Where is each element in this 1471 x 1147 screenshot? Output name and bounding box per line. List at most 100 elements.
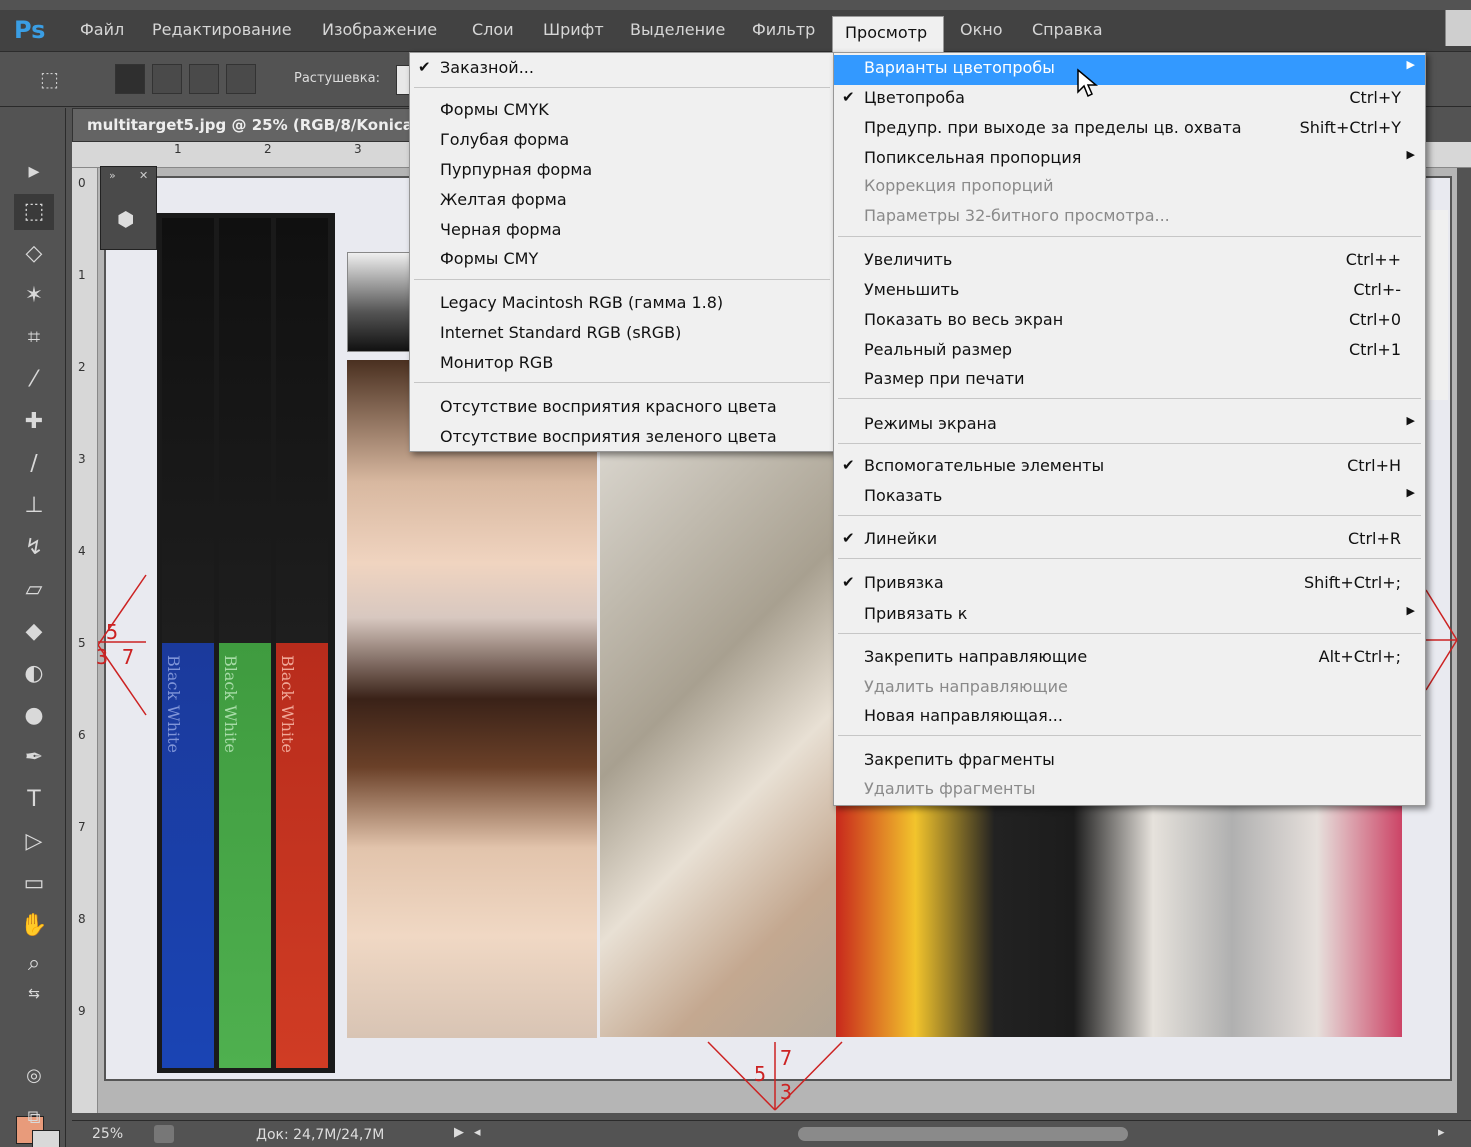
eraser-tool-icon[interactable]: ▱ [14, 572, 54, 608]
submenu-item-srgb[interactable]: Internet Standard RGB (sRGB) [410, 320, 834, 348]
lasso-tool-icon[interactable]: ◇ [14, 236, 54, 272]
registration-number: 5 [106, 620, 119, 644]
status-info-icon[interactable] [154, 1125, 174, 1143]
view-item-lock-slices[interactable]: Закрепить фрагменты [834, 747, 1425, 775]
view-item-rulers[interactable]: ✔ Линейки Ctrl+R [834, 526, 1425, 554]
submenu-arrow-icon: ▶ [1406, 148, 1415, 161]
submenu-item-cyan-plate[interactable]: Голубая форма [410, 127, 834, 155]
path-selection-tool-icon[interactable]: ▷ [14, 824, 54, 860]
menu-help[interactable]: Справка [1032, 20, 1103, 39]
menu-image[interactable]: Изображение [322, 20, 437, 39]
check-icon: ✔ [842, 88, 855, 106]
submenu-arrow-icon: ▶ [1406, 58, 1415, 71]
swap-colors-icon[interactable]: ⇆ [14, 976, 54, 1012]
crop-tool-icon[interactable]: ⌗ [14, 320, 54, 356]
menu-file[interactable]: Файл [80, 20, 124, 39]
faces-photo [347, 360, 597, 1038]
add-selection-button[interactable] [152, 64, 182, 94]
view-item-fit-screen[interactable]: Показать во весь экран Ctrl+0 [834, 307, 1425, 335]
check-icon: ✔ [418, 58, 431, 76]
paint-bucket-tool-icon[interactable]: ◆ [14, 614, 54, 650]
view-item-zoom-out[interactable]: Уменьшить Ctrl+- [834, 277, 1425, 305]
history-brush-tool-icon[interactable]: ↯ [14, 530, 54, 566]
view-item-proof-colors[interactable]: ✔ Цветопроба Ctrl+Y [834, 85, 1425, 113]
status-menu-arrow-icon[interactable]: ▶ [454, 1125, 464, 1140]
menu-window[interactable]: Окно [960, 20, 1003, 39]
view-item-extras[interactable]: ✔ Вспомогательные элементы Ctrl+H [834, 453, 1425, 481]
view-item-lock-guides[interactable]: Закрепить направляющие Alt+Ctrl+; [834, 644, 1425, 672]
view-item-actual-pixels[interactable]: Реальный размер Ctrl+1 [834, 337, 1425, 365]
view-item-show[interactable]: Показать ▶ [834, 483, 1425, 511]
close-icon[interactable]: ✕ [139, 169, 148, 182]
brush-tool-icon[interactable]: ∕ [14, 446, 54, 482]
intersect-selection-button[interactable] [226, 64, 256, 94]
submenu-item-black-plate[interactable]: Черная форма [410, 217, 834, 245]
zoom-level[interactable]: 25% [92, 1126, 123, 1142]
submenu-item-custom[interactable]: ✔ Заказной... [410, 55, 834, 83]
menu-type[interactable]: Шрифт [543, 20, 604, 39]
blue-bar [162, 218, 214, 1068]
scroll-left-icon[interactable]: ◂ [474, 1125, 481, 1140]
menu-select[interactable]: Выделение [630, 20, 725, 39]
document-tab[interactable]: multitarget5.jpg @ 25% (RGB/8/Konica [72, 108, 413, 142]
submenu-item-monitor-rgb[interactable]: Монитор RGB [410, 350, 834, 378]
submenu-item-deuteranopia[interactable]: Отсутствие восприятия зеленого цвета [410, 424, 834, 452]
view-item-screen-mode[interactable]: Режимы экрана ▶ [834, 411, 1425, 439]
objects-photo [600, 452, 836, 1037]
submenu-item-legacy-mac-rgb[interactable]: Legacy Macintosh RGB (гамма 1.8) [410, 290, 834, 318]
registration-number: 7 [780, 1046, 793, 1070]
view-item-clear-guides: Удалить направляющие [864, 677, 1068, 696]
view-item-print-size[interactable]: Размер при печати [834, 366, 1425, 394]
menu-filter[interactable]: Фильтр [752, 20, 815, 39]
subtract-selection-button[interactable] [189, 64, 219, 94]
submenu-item-protanopia[interactable]: Отсутствие восприятия красного цвета [410, 394, 834, 422]
ruler-tick-label: 7 [78, 820, 86, 834]
ruler-tick-label: 2 [264, 142, 272, 156]
view-item-proof-setup[interactable]: Варианты цветопробы ▶ [834, 55, 1425, 85]
quick-mask-icon[interactable]: ◎ [14, 1058, 54, 1094]
ruler-tick-label: 3 [354, 142, 362, 156]
submenu-arrow-icon: ▶ [1406, 604, 1415, 617]
vertical-ruler[interactable]: 0 1 2 3 4 5 6 7 8 9 [72, 168, 98, 1113]
red-bar [276, 218, 328, 1068]
view-item-new-guide[interactable]: Новая направляющая... [834, 703, 1425, 731]
registration-mark-bottom [707, 1041, 843, 1111]
menu-view-label: Просмотр [845, 23, 928, 42]
minimize-button[interactable] [1445, 10, 1471, 46]
collapsed-panel[interactable]: » ✕ ⬢ [100, 166, 157, 250]
registration-number: 5 [754, 1062, 767, 1086]
stamp-tool-icon[interactable]: ⊥ [14, 488, 54, 524]
rectangle-tool-icon[interactable]: ▭ [14, 866, 54, 902]
view-item-zoom-in[interactable]: Увеличить Ctrl++ [834, 247, 1425, 275]
submenu-item-cmyk-plates[interactable]: Формы CMYK [410, 97, 834, 125]
healing-brush-tool-icon[interactable]: ✚ [14, 404, 54, 440]
eyedropper-tool-icon[interactable]: ⁄ [14, 362, 54, 398]
green-bar [219, 218, 271, 1068]
type-tool-icon[interactable]: T [14, 782, 54, 818]
submenu-item-cmy-plates[interactable]: Формы CMY [410, 246, 834, 274]
move-tool-icon[interactable]: ▸ [14, 154, 54, 190]
screen-mode-icon[interactable]: ⧉ [14, 1100, 54, 1136]
hand-tool-icon[interactable]: ✋ [14, 908, 54, 944]
marquee-preset-icon[interactable]: ⬚ [40, 64, 70, 94]
panel-3d-icon[interactable]: ⬢ [117, 207, 134, 231]
menu-view[interactable]: Просмотр [832, 16, 944, 52]
pen-tool-icon[interactable]: ✒ [14, 740, 54, 776]
menu-layers[interactable]: Слои [472, 20, 514, 39]
ruler-tick-label: 6 [78, 728, 86, 742]
scroll-right-icon[interactable]: ▸ [1438, 1125, 1445, 1140]
view-item-pixel-aspect[interactable]: Попиксельная пропорция ▶ [834, 145, 1425, 173]
submenu-item-magenta-plate[interactable]: Пурпурная форма [410, 157, 834, 185]
new-selection-button[interactable] [115, 64, 145, 94]
menu-edit[interactable]: Редактирование [152, 20, 292, 39]
blur-tool-icon[interactable]: ◐ [14, 656, 54, 692]
view-item-gamut-warning[interactable]: Предупр. при выходе за пределы цв. охват… [834, 115, 1425, 143]
view-item-snap-to[interactable]: Привязать к ▶ [834, 601, 1425, 629]
marquee-tool-icon[interactable]: ⬚ [14, 194, 54, 230]
collapse-arrows-icon[interactable]: » [109, 169, 116, 182]
view-item-snap[interactable]: ✔ Привязка Shift+Ctrl+; [834, 570, 1425, 598]
magic-wand-tool-icon[interactable]: ✶ [14, 278, 54, 314]
horizontal-scrollbar[interactable] [798, 1127, 1128, 1141]
submenu-item-yellow-plate[interactable]: Желтая форма [410, 187, 834, 215]
dodge-tool-icon[interactable]: ● [14, 698, 54, 734]
